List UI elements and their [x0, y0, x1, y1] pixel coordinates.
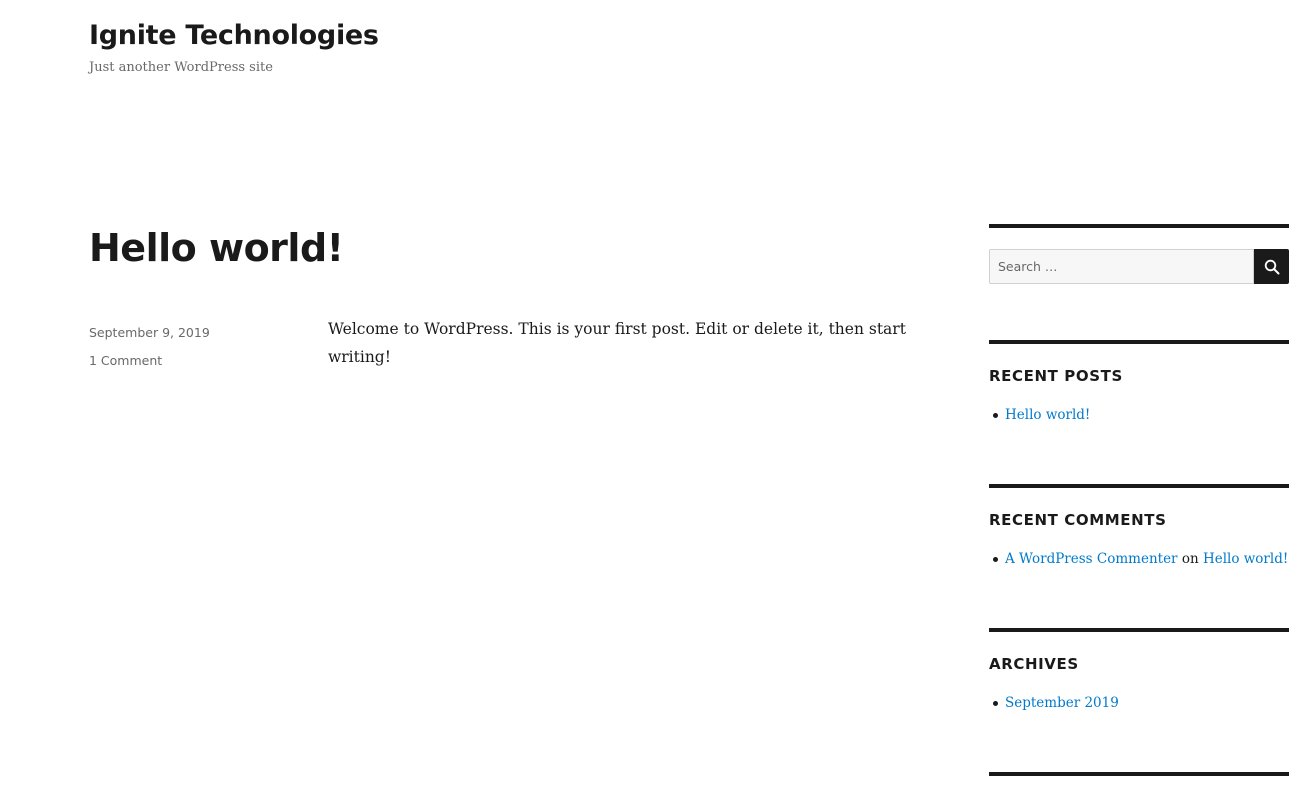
next-widget [989, 772, 1289, 776]
recent-posts-widget: RECENT POSTS Hello world! [989, 340, 1289, 423]
archive-link[interactable]: September 2019 [1005, 695, 1119, 711]
post-meta: September 9, 2019 1 Comment [89, 319, 289, 375]
archives-title: ARCHIVES [989, 655, 1079, 673]
post-comments-link[interactable]: 1 Comment [89, 347, 289, 375]
comment-author-link[interactable]: A WordPress Commenter [1005, 551, 1178, 567]
list-item: Hello world! [989, 404, 1090, 426]
list-item: A WordPress Commenter on Hello world! [989, 548, 1288, 570]
archives-list: September 2019 [989, 692, 1119, 714]
widget-divider [989, 628, 1289, 632]
recent-comments-list: A WordPress Commenter on Hello world! [989, 548, 1288, 570]
recent-posts-list: Hello world! [989, 404, 1090, 426]
post-date-link[interactable]: September 9, 2019 [89, 319, 289, 347]
search-input[interactable] [989, 249, 1254, 284]
recent-posts-title: RECENT POSTS [989, 367, 1123, 385]
widget-divider [989, 340, 1289, 344]
widget-divider [989, 772, 1289, 776]
widget-divider [989, 484, 1289, 488]
site-tagline: Just another WordPress site [89, 60, 273, 75]
comment-post-link[interactable]: Hello world! [1203, 551, 1288, 567]
post-content: Welcome to WordPress. This is your first… [328, 320, 906, 366]
recent-comments-widget: RECENT COMMENTS A WordPress Commenter on… [989, 484, 1289, 567]
widget-divider [989, 224, 1289, 228]
recent-post-link[interactable]: Hello world! [1005, 407, 1090, 423]
bullet-icon [993, 413, 998, 418]
search-button[interactable] [1254, 249, 1289, 284]
search-form [989, 249, 1289, 284]
comment-connector: on [1181, 551, 1203, 567]
list-item: September 2019 [989, 692, 1119, 714]
bullet-icon [993, 701, 998, 706]
search-icon [1264, 259, 1279, 274]
archives-widget: ARCHIVES September 2019 [989, 628, 1289, 711]
recent-comments-title: RECENT COMMENTS [989, 511, 1167, 529]
site-title[interactable]: Ignite Technologies [89, 18, 379, 54]
bullet-icon [993, 557, 998, 562]
post-title[interactable]: Hello world! [89, 222, 344, 274]
search-widget [989, 224, 1289, 284]
